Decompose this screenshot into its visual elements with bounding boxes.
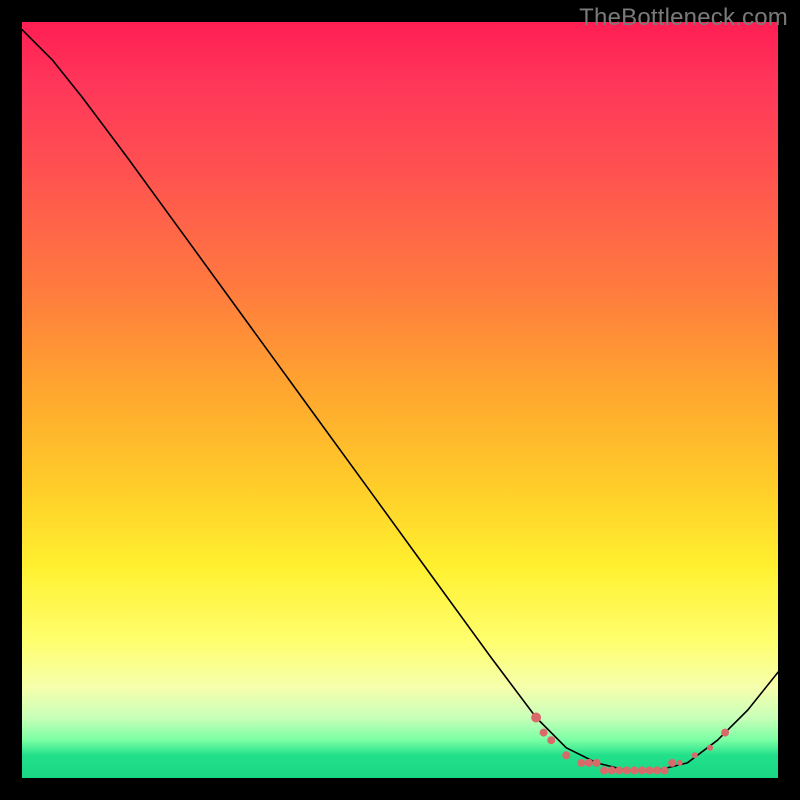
marker-dot	[630, 766, 638, 774]
bottleneck-curve	[22, 30, 778, 771]
marker-dot	[600, 766, 608, 774]
marker-dot	[531, 713, 541, 723]
marker-dot	[540, 729, 548, 737]
marker-dot	[638, 766, 646, 774]
marker-dot	[562, 751, 570, 759]
marker-dot	[547, 736, 555, 744]
marker-dot	[677, 760, 683, 766]
marker-dot	[653, 766, 661, 774]
marker-dot	[623, 766, 631, 774]
plot-area	[22, 22, 778, 778]
marker-dot	[668, 759, 676, 767]
marker-dot	[615, 766, 623, 774]
marker-dot	[692, 752, 698, 758]
marker-dot	[661, 766, 669, 774]
chart-svg	[22, 22, 778, 778]
marker-dot	[707, 745, 713, 751]
marker-dot	[577, 759, 585, 767]
marker-dot	[593, 759, 601, 767]
watermark-label: TheBottleneck.com	[579, 4, 788, 32]
marker-dot	[585, 759, 593, 767]
marker-dot	[721, 729, 729, 737]
marker-dot	[608, 766, 616, 774]
chart-frame: TheBottleneck.com	[0, 0, 800, 800]
marker-dot	[646, 766, 654, 774]
curve-markers	[531, 713, 729, 775]
